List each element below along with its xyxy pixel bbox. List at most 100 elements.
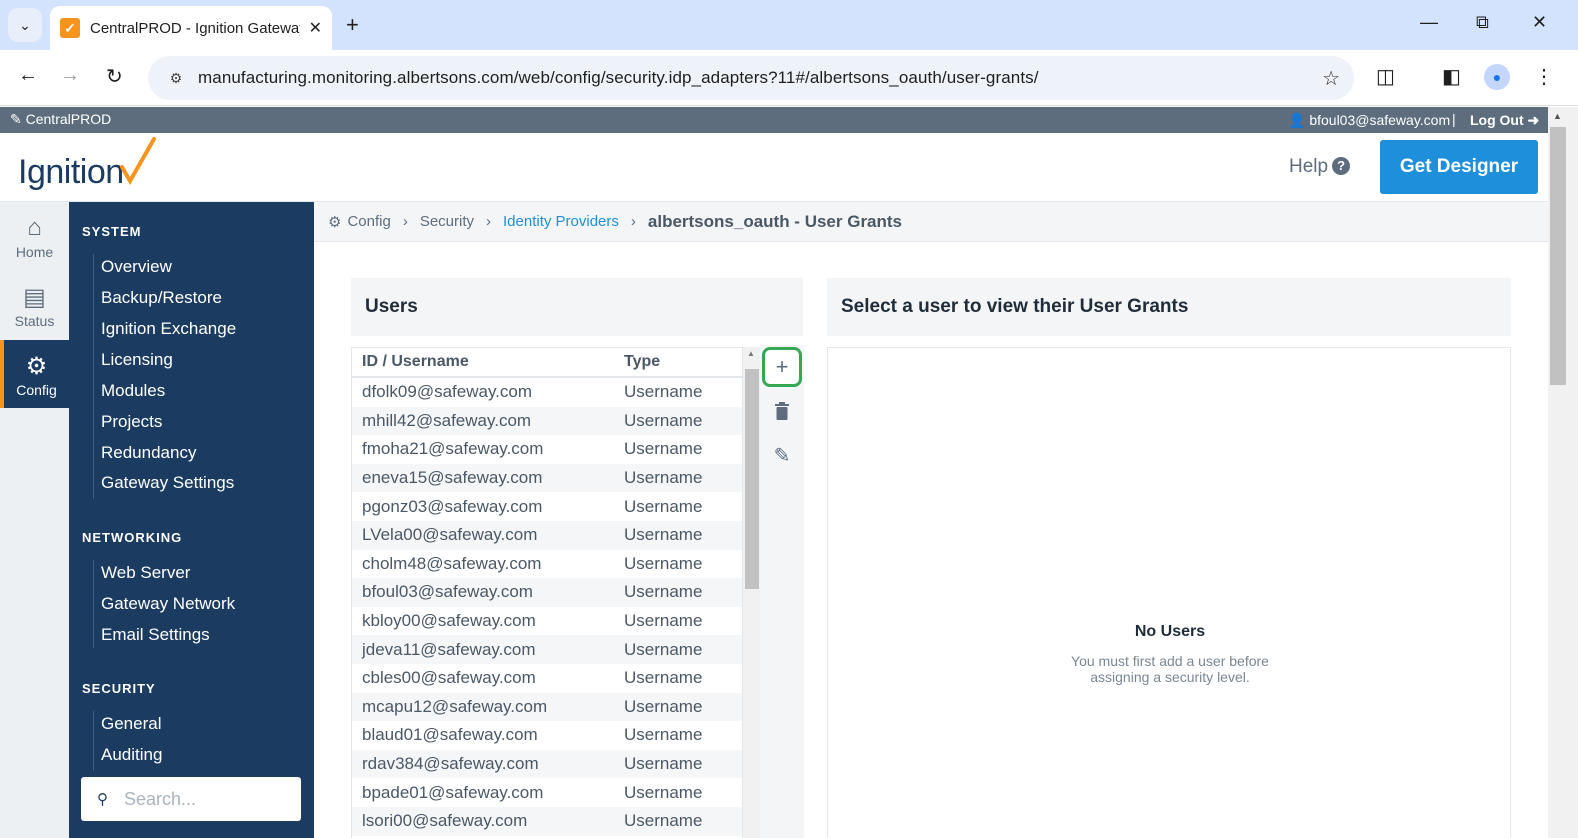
cell-username: bpade01@safeway.com [362, 782, 544, 802]
table-row[interactable]: rdav384@safeway.com Username [352, 749, 742, 779]
breadcrumb-identity-providers[interactable]: Identity Providers [503, 213, 619, 230]
browser-menu-icon[interactable]: ⋮ [1534, 64, 1554, 89]
sidebar-item-general[interactable]: General [101, 714, 161, 734]
page-scroll-up-arrow-icon[interactable]: ▲ [1553, 111, 1562, 121]
sidebar-item-auditing[interactable]: Auditing [101, 745, 162, 765]
profile-avatar-icon[interactable]: ● [1484, 64, 1510, 90]
extensions-icon[interactable]: ◫ [1376, 64, 1395, 89]
delete-user-button[interactable] [762, 391, 802, 431]
home-icon: ⌂ [27, 214, 42, 241]
table-row[interactable]: dfolk09@safeway.com Username [352, 378, 742, 407]
breadcrumb-config[interactable]: Config [347, 213, 390, 230]
cell-username: fmoha21@safeway.com [362, 439, 544, 459]
logout-text[interactable]: Log Out [1470, 112, 1524, 128]
cell-type: Username [624, 668, 703, 688]
breadcrumb-security[interactable]: Security [420, 213, 474, 230]
current-user-text: bfoul03@safeway.com [1309, 112, 1451, 128]
column-header-type[interactable]: Type [624, 353, 734, 371]
cell-type: Username [624, 468, 703, 488]
table-row[interactable]: mhill42@safeway.com Username [352, 406, 742, 436]
left-icon-rail: ⌂ Home ▤ Status ⚙ Config [0, 202, 69, 838]
url-omnibox[interactable]: ⚙ manufacturing.monitoring.albertsons.co… [148, 56, 1354, 100]
table-row[interactable]: bfoul03@safeway.com Username [352, 578, 742, 607]
cell-type: Username [624, 782, 703, 802]
sidebar-item-web-server[interactable]: Web Server [101, 563, 190, 583]
new-tab-icon[interactable]: + [346, 12, 359, 38]
table-row[interactable]: jdeva11@safeway.com Username [352, 635, 742, 664]
cell-username: kbloy00@safeway.com [362, 611, 536, 631]
rail-status[interactable]: ▤ Status [0, 271, 69, 339]
browser-tab[interactable]: ✓ CentralPROD - Ignition Gateway ✕ [50, 6, 332, 50]
sidebar-item-gateway-settings[interactable]: Gateway Settings [101, 473, 234, 493]
empty-state-message: You must first add a user before assigni… [1071, 653, 1269, 685]
site-info-icon[interactable]: ⚙ [164, 66, 188, 90]
search-icon: ⚲ [97, 791, 108, 808]
column-header-username[interactable]: ID / Username [352, 353, 624, 371]
forward-icon[interactable]: → [60, 64, 80, 87]
current-user: 👤 bfoul03@safeway.com [1288, 112, 1451, 128]
help-question-icon[interactable]: ? [1332, 157, 1351, 175]
table-row[interactable]: bpade01@safeway.com Username [352, 778, 742, 807]
tab-close-icon[interactable]: ✕ [309, 18, 322, 38]
scroll-up-arrow-icon[interactable]: ▲ [747, 349, 755, 358]
url-text[interactable]: manufacturing.monitoring.albertsons.com/… [198, 68, 1039, 88]
sidebar-item-redundancy[interactable]: Redundancy [101, 443, 196, 463]
sidebar-item-projects[interactable]: Projects [101, 412, 162, 432]
cell-username: LVela00@safeway.com [362, 525, 538, 545]
table-row[interactable]: cholm48@safeway.com Username [352, 550, 742, 579]
help-text[interactable]: Help [1289, 156, 1328, 177]
rail-config[interactable]: ⚙ Config [0, 340, 69, 408]
table-row[interactable]: eneva15@safeway.com Username [352, 463, 742, 493]
page-scroll-thumb[interactable] [1550, 127, 1566, 385]
breadcrumb-chevron-icon: › [402, 213, 408, 230]
cell-username: eneva15@safeway.com [362, 468, 543, 488]
restore-icon[interactable]: ⧉ [1476, 12, 1489, 33]
users-table: ID / Username Type dfolk09@safeway.com Us… [351, 347, 743, 838]
sidebar-search[interactable]: ⚲ [81, 777, 301, 821]
table-row[interactable]: mcapu12@safeway.com Username [352, 692, 742, 722]
bookmark-star-icon[interactable]: ☆ [1322, 66, 1340, 91]
table-row[interactable]: kbloy00@safeway.com Username [352, 607, 742, 636]
gateway-top-strip: ✎ CentralPROD 👤 bfoul03@safeway.com | Lo… [0, 107, 1548, 133]
help-link[interactable]: Help? [1289, 156, 1351, 178]
cell-type: Username [624, 525, 703, 545]
get-designer-button[interactable]: Get Designer [1380, 140, 1538, 194]
edit-user-button[interactable]: ✎ [762, 435, 802, 475]
add-user-button[interactable]: + [762, 347, 802, 387]
tab-search-dropdown-icon[interactable]: ⌄ [8, 8, 42, 42]
sidebar-item-email-settings[interactable]: Email Settings [101, 625, 210, 645]
table-row[interactable]: cbles00@safeway.com Username [352, 664, 742, 693]
side-panel-icon[interactable]: ◧ [1442, 64, 1461, 89]
table-row[interactable]: pgonz03@safeway.com Username [352, 492, 742, 521]
empty-state-title: No Users [1134, 623, 1206, 640]
address-bar-row: ← → ↻ ⚙ manufacturing.monitoring.alberts… [0, 50, 1578, 106]
close-window-icon[interactable]: ✕ [1532, 12, 1547, 33]
table-row[interactable]: lsori00@safeway.com Username [352, 806, 742, 836]
logout-link[interactable]: Log Out ➜ [1470, 112, 1539, 129]
users-table-scrollbar[interactable]: ▲ [743, 347, 761, 838]
gear-icon: ⚙ [25, 353, 48, 380]
cell-username: mhill42@safeway.com [362, 410, 532, 430]
sidebar-item-ignition-exchange[interactable]: Ignition Exchange [101, 319, 236, 339]
strip-separator: | [1452, 111, 1456, 127]
sidebar-search-input[interactable] [124, 788, 284, 810]
rail-home-label: Home [15, 244, 54, 260]
sidebar-item-gateway-network[interactable]: Gateway Network [101, 594, 235, 614]
sidebar-item-backup-restore[interactable]: Backup/Restore [101, 288, 222, 308]
table-row[interactable]: LVela00@safeway.com Username [352, 520, 742, 550]
sidebar-item-licensing[interactable]: Licensing [101, 350, 173, 370]
sidebar-item-modules[interactable]: Modules [101, 381, 165, 401]
ignition-logo[interactable]: Ignition [18, 153, 124, 192]
back-icon[interactable]: ← [18, 64, 38, 87]
reload-icon[interactable]: ↻ [106, 64, 123, 89]
rail-home[interactable]: ⌂ Home [0, 202, 69, 270]
plus-icon: + [775, 354, 789, 379]
minimize-icon[interactable]: — [1420, 12, 1438, 33]
cell-type: Username [624, 639, 703, 659]
page-scrollbar[interactable]: ▲ [1548, 107, 1578, 838]
table-row[interactable]: blaud01@safeway.com Username [352, 721, 742, 750]
table-row[interactable]: fmoha21@safeway.com Username [352, 435, 742, 464]
sidebar-item-overview[interactable]: Overview [101, 257, 172, 277]
user-grants-panel: No Users You must first add a user befor… [827, 347, 1511, 838]
users-table-scroll-thumb[interactable] [745, 369, 759, 589]
